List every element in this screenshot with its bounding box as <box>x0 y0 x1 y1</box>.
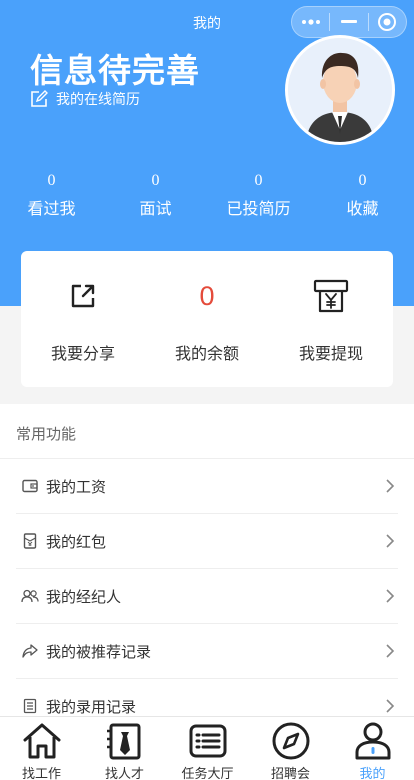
menu-item-red-packet[interactable]: 我的红包 <box>16 514 398 569</box>
tab-find-job[interactable]: 找工作 <box>0 717 83 780</box>
menu-label: 我的录用记录 <box>46 698 137 716</box>
stat-label: 收藏 <box>346 201 379 218</box>
section-title: 常用功能 <box>16 426 77 443</box>
menu-item-salary[interactable]: 我的工资 <box>16 459 398 514</box>
share-label: 我要分享 <box>50 346 115 363</box>
menu-label: 我的红包 <box>46 533 107 551</box>
close-button[interactable] <box>369 7 406 37</box>
minimize-button[interactable] <box>330 7 367 37</box>
menu-label: 我的工资 <box>46 478 107 496</box>
balance-button[interactable]: 0 我的余额 <box>145 251 269 387</box>
withdraw-atm-icon <box>313 279 349 313</box>
tab-label: 招聘会 <box>270 766 310 780</box>
more-button[interactable] <box>292 7 329 37</box>
balance-value: 0 <box>199 280 215 311</box>
stat-value: 0 <box>254 172 263 189</box>
menu-item-recommended-records[interactable]: 我的被推荐记录 <box>16 624 398 679</box>
compass-icon <box>272 722 310 760</box>
common-functions-panel: 常用功能 我的工资 我的红包 我的经纪人 我的被推荐记录 我的录用记录 <box>0 404 414 734</box>
tab-mine[interactable]: 我的 <box>331 717 414 780</box>
edit-icon <box>31 90 48 107</box>
share-arrow-icon <box>20 643 40 659</box>
tab-label: 我的 <box>359 766 386 780</box>
chevron-right-icon <box>386 479 395 493</box>
more-dots-icon <box>301 19 320 25</box>
stat-interviews[interactable]: 0 面试 <box>104 172 207 219</box>
agents-icon <box>20 588 40 604</box>
talent-icon <box>107 723 141 760</box>
stat-value: 0 <box>358 172 367 189</box>
stat-viewed-me[interactable]: 0 看过我 <box>0 172 103 219</box>
stat-value: 0 <box>151 172 160 189</box>
avatar-person-icon <box>288 38 392 142</box>
stat-favorites[interactable]: 0 收藏 <box>311 172 414 219</box>
stat-label: 面试 <box>139 201 172 218</box>
minimize-icon <box>341 20 357 23</box>
chevron-right-icon <box>386 699 395 713</box>
stats-row: 0 看过我 0 面试 0 已投简历 0 收藏 <box>0 172 414 222</box>
bottom-tab-bar: 找工作 找人才 任务大厅 招聘会 我的 <box>0 716 414 780</box>
menu-label: 我的经纪人 <box>46 588 122 606</box>
tab-task-hall[interactable]: 任务大厅 <box>166 717 249 780</box>
avatar[interactable] <box>285 35 395 145</box>
stat-applied-resumes[interactable]: 0 已投简历 <box>207 172 310 219</box>
person-icon <box>355 722 391 760</box>
stat-label: 看过我 <box>27 201 76 218</box>
chevron-right-icon <box>386 534 395 548</box>
tab-label: 任务大厅 <box>181 766 234 780</box>
mini-program-capsule <box>291 6 407 38</box>
list-icon <box>20 698 40 714</box>
wallet-icon <box>20 478 40 494</box>
share-button[interactable]: 我要分享 <box>21 251 145 387</box>
home-icon <box>23 723 61 759</box>
chevron-right-icon <box>386 589 395 603</box>
stat-label: 已投简历 <box>226 201 291 218</box>
resume-link-label: 我的在线简历 <box>56 91 140 107</box>
menu-label: 我的被推荐记录 <box>46 643 152 661</box>
wallet-card: 我要分享 0 我的余额 我要提现 <box>21 251 393 387</box>
profile-title: 信息待完善 <box>30 52 200 89</box>
balance-label: 我的余额 <box>174 346 239 363</box>
red-packet-icon <box>20 533 40 549</box>
tab-label: 找工作 <box>21 766 61 780</box>
withdraw-button[interactable]: 我要提现 <box>269 251 393 387</box>
online-resume-link[interactable]: 我的在线简历 <box>30 89 140 109</box>
tab-find-talent[interactable]: 找人才 <box>83 717 166 780</box>
stat-value: 0 <box>47 172 56 189</box>
close-target-icon <box>378 13 397 31</box>
tab-label: 找人才 <box>104 766 144 780</box>
task-list-icon <box>189 724 227 758</box>
withdraw-label: 我要提现 <box>298 346 363 363</box>
tab-job-fair[interactable]: 招聘会 <box>249 717 332 780</box>
share-icon <box>71 284 95 308</box>
chevron-right-icon <box>386 644 395 658</box>
menu-item-agent[interactable]: 我的经纪人 <box>16 569 398 624</box>
